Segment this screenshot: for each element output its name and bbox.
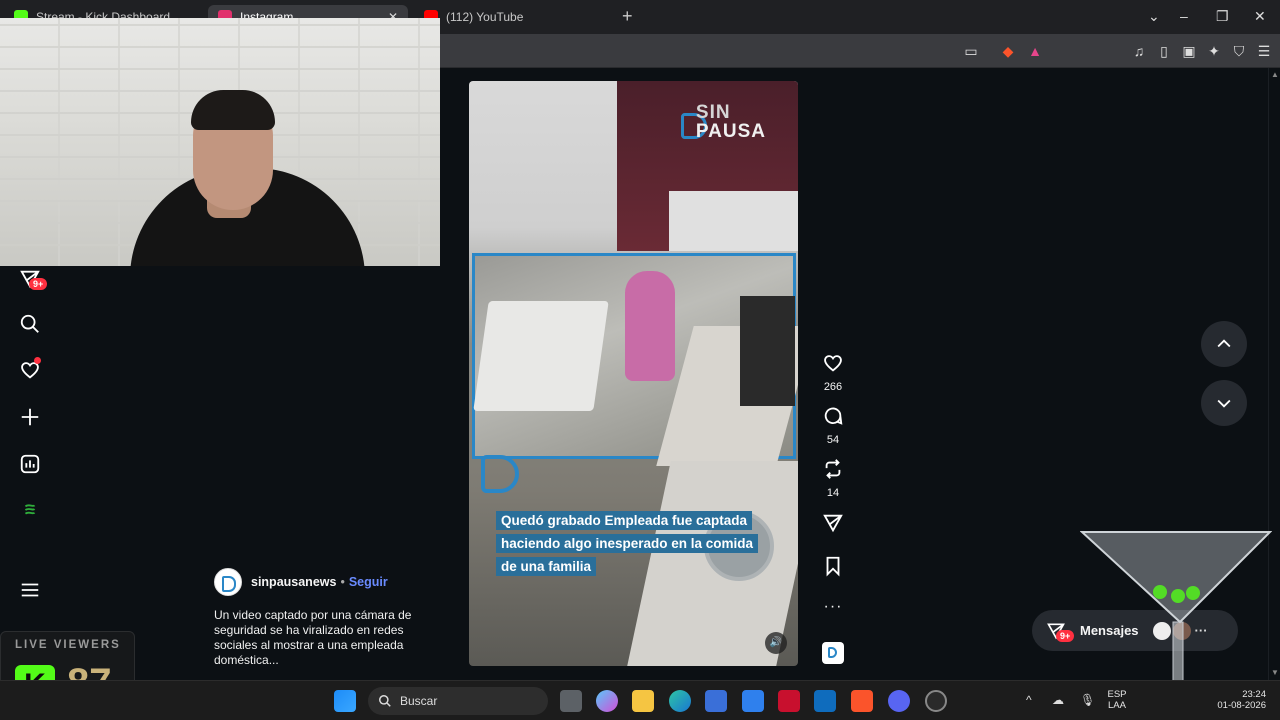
windows-taskbar: Buscar ^ ☁ 🎙 ESP LAA 23:24 01-08-2026 [0,680,1280,720]
heart-icon [824,355,842,372]
like-button[interactable]: 266 [820,352,846,393]
discord-icon[interactable] [888,690,910,712]
outlook-icon[interactable] [814,690,836,712]
obs-studio-icon[interactable] [925,690,947,712]
logo-line-2: PAUSA [695,121,766,142]
comment-icon [824,407,843,425]
chevron-down-icon [1217,399,1231,408]
reel-video[interactable]: SIN PAUSA Quedó grabado Empleada fue cap… [469,81,798,666]
video-stove [740,296,795,406]
brave-browser-icon[interactable] [851,690,873,712]
messages-badge: 9+ [1056,629,1075,642]
cast-icon[interactable]: ▭ [962,42,980,60]
audio-toggle-button[interactable]: 🔊 [765,632,787,654]
profile-avatar-icon[interactable] [19,499,41,521]
send-icon [823,514,843,533]
create-plus-icon[interactable] [19,406,41,428]
more-options-icon[interactable]: ··· [820,598,846,616]
leo-ai-icon[interactable]: ✦ [1205,42,1223,60]
bookmark-icon [826,556,840,577]
save-button[interactable] [820,555,846,582]
video-inset-frame [472,253,798,466]
tray-overflow-icon[interactable]: ^ [1026,693,1032,707]
chevron-up-icon [1217,339,1231,348]
vpn-icon[interactable]: ⛉ [1230,42,1248,60]
heart-notifications-icon[interactable] [19,357,41,381]
taskbar-search[interactable]: Buscar [368,687,548,715]
clock-date: 01-08-2026 [1217,700,1266,711]
post-description[interactable]: Un video captado por una cámara de segur… [214,608,449,668]
scroll-down-icon[interactable]: ▼ [1271,668,1279,677]
live-viewers-label: LIVE VIEWERS [15,639,121,651]
video-worker [625,271,675,381]
edge-browser-icon[interactable] [669,690,691,712]
sin-pausa-avatar-icon [822,642,844,664]
audio-source-avatar[interactable] [820,642,846,664]
microphone-icon[interactable]: 🎙 [1080,693,1095,707]
brave-shield-icon[interactable]: ◆ [999,42,1017,60]
comment-count: 54 [826,434,840,446]
more-menu-icon[interactable] [19,579,41,601]
follow-button[interactable]: Seguir [349,575,388,589]
like-count: 266 [823,381,843,393]
search-icon[interactable] [19,313,41,335]
language-line-1: ESP [1107,689,1127,700]
visual-studio-icon[interactable] [742,690,764,712]
mcafee-icon[interactable] [778,690,800,712]
restore-button[interactable]: ❐ [1216,8,1229,25]
caption-text: Quedó grabado Empleada fue captada hacie… [496,511,759,576]
notifications-badge: 9+ [29,278,48,290]
author-name[interactable]: sinpausanews [251,575,336,589]
comment-button[interactable]: 54 [820,405,846,446]
clock-time: 23:24 [1242,689,1266,700]
previous-reel-button[interactable] [1201,321,1247,367]
video-sink [669,191,798,251]
messages-send-icon: 9+ [1046,621,1075,642]
taskbar-search-placeholder: Buscar [400,694,438,708]
logo-line-1: SIN [695,102,731,123]
streamer-hair [191,90,275,130]
tab-label: (112) YouTube [446,10,524,24]
onedrive-icon[interactable]: ☁ [1052,693,1064,707]
next-reel-button[interactable] [1201,380,1247,426]
repost-icon [825,459,841,479]
copilot-icon[interactable] [596,690,618,712]
tab-list-chevron-icon[interactable]: ⌄ [1148,8,1160,25]
sin-pausa-logo-text: SIN PAUSA [696,103,766,141]
repost-count: 14 [826,487,840,499]
microsoft-store-icon[interactable] [705,690,727,712]
video-freezer [473,301,609,411]
task-view-icon[interactable] [560,690,582,712]
search-icon [379,695,391,707]
scroll-up-icon[interactable]: ▲ [1271,70,1279,79]
author-avatar[interactable] [214,568,242,596]
wallet-icon[interactable]: ▣ [1180,42,1198,60]
windows-start-icon[interactable] [334,690,356,712]
media-icon[interactable]: ♫ [1130,42,1148,60]
direct-messages-icon[interactable]: 9+ [19,268,48,290]
new-tab-button[interactable]: + [622,6,633,27]
clock[interactable]: 23:24 01-08-2026 [1208,689,1266,711]
sin-pausa-watermark-icon [481,455,519,493]
tab-youtube[interactable]: (112) YouTube [414,5,614,29]
video-caption: Quedó grabado Empleada fue captada hacie… [496,509,759,578]
file-explorer-icon[interactable] [632,690,654,712]
brave-rewards-icon[interactable]: ▲ [1026,42,1044,60]
language-indicator[interactable]: ESP LAA [1104,689,1130,711]
repost-button[interactable]: 14 [820,458,846,499]
share-button[interactable] [820,512,846,539]
new-activity-dot [34,357,41,364]
close-window-button[interactable]: ✕ [1254,8,1266,25]
menu-icon[interactable]: ☰ [1255,42,1273,60]
author-separator: • [340,575,345,589]
insights-chart-icon[interactable] [19,453,41,475]
post-author: sinpausanews • Seguir [214,568,388,596]
webcam-overlay [0,18,440,266]
language-line-2: LAA [1108,700,1126,711]
minimize-button[interactable]: – [1180,8,1188,24]
sidebar-toggle-icon[interactable]: ▯ [1155,42,1173,60]
